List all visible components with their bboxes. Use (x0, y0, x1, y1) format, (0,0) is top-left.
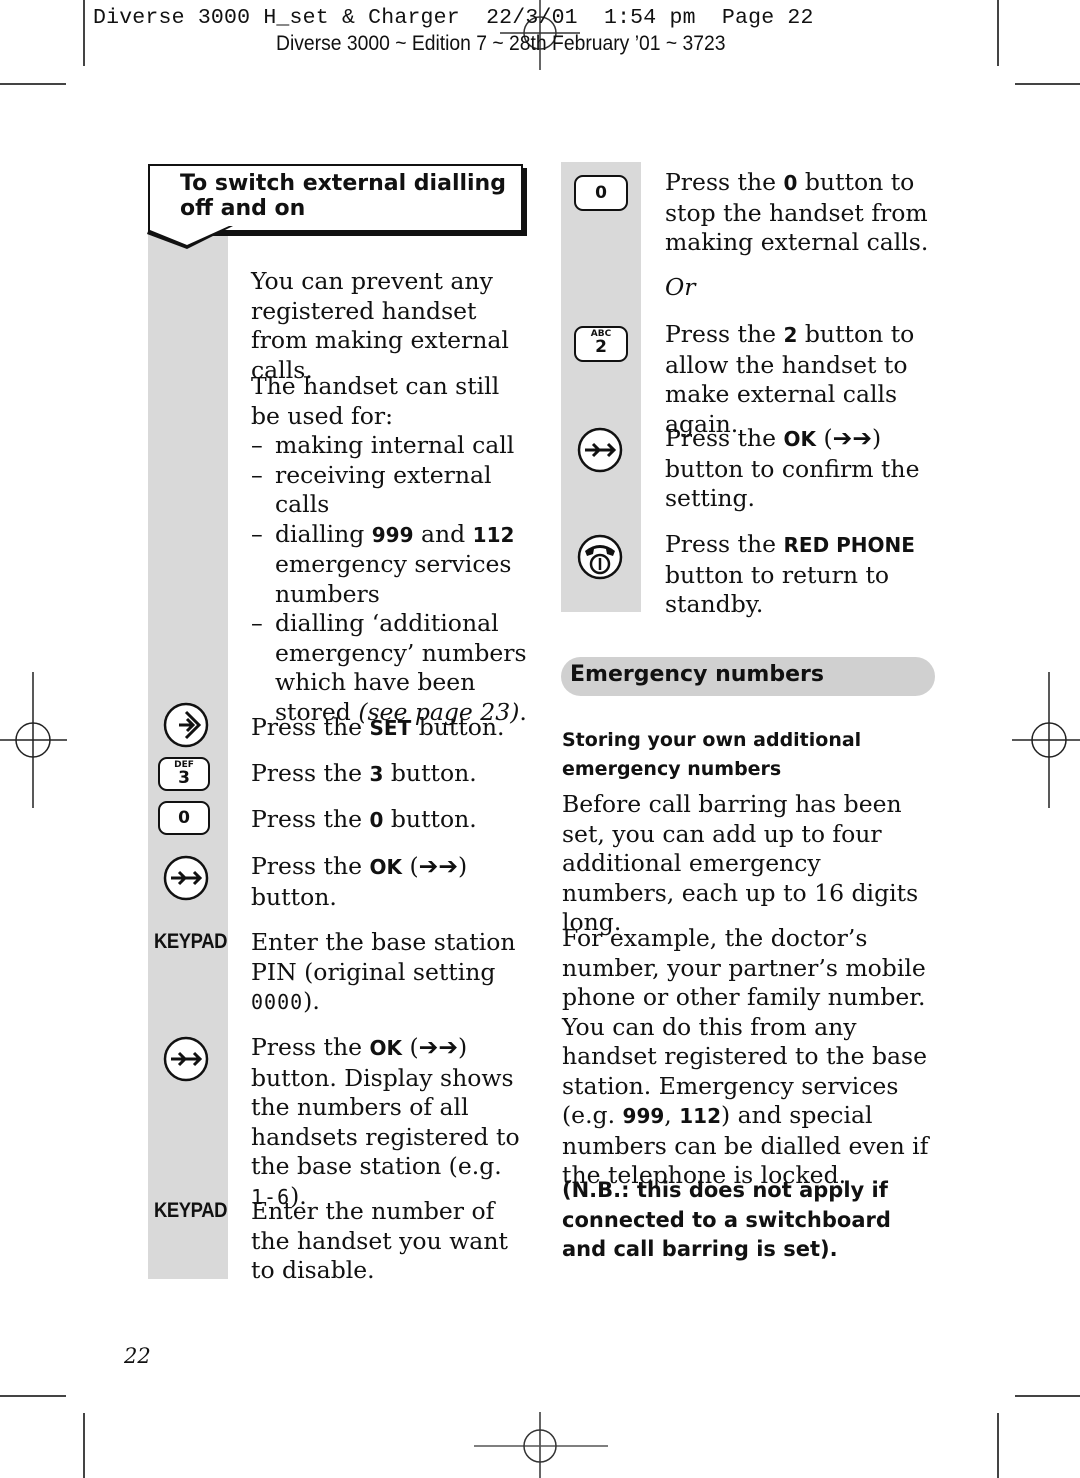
key-2-icon: ABC 2 (574, 326, 628, 362)
crop-mark (0, 83, 66, 85)
step-press-red-phone: Press the RED PHONE button to return to … (665, 530, 915, 618)
registration-mark-left (0, 672, 67, 808)
step-press-3: Press the 3 button. (251, 759, 477, 787)
ok-button-icon (577, 427, 623, 473)
crop-mark (1015, 1395, 1080, 1397)
page-number: 22 (124, 1344, 151, 1368)
emergency-heading: Emergency numbers (570, 662, 824, 687)
list-item: making internal call (251, 431, 531, 461)
ok-button-icon (163, 855, 209, 901)
usage-list-block: The handset can still be used for: makin… (251, 372, 531, 727)
step-enter-handset: Enter the number of the handset you want… (251, 1197, 508, 1284)
step-press-0-stop: Press the 0 button to stop the handset f… (665, 168, 929, 256)
step-press-ok: Press the OK (➔➔) button. (251, 852, 468, 911)
red-phone-icon (577, 534, 623, 580)
keypad-label: KEYPAD (154, 1199, 228, 1222)
step-press-ok-display: Press the OK (➔➔) button. Display shows … (251, 1033, 520, 1210)
step-enter-pin: Enter the base station PIN (original set… (251, 928, 516, 1015)
step-press-set: Press the SET button. (251, 713, 505, 741)
crop-mark (83, 1413, 85, 1478)
list-item: dialling 999 and 112 emergency services … (251, 520, 531, 610)
keypad-label: KEYPAD (154, 930, 228, 953)
crop-mark (997, 1413, 999, 1478)
step-press-2-allow: Press the 2 button to allow the handset … (665, 320, 915, 438)
step-press-0: Press the 0 button. (251, 805, 477, 833)
ok-button-icon (163, 1036, 209, 1082)
usage-list: making internal call receiving external … (251, 431, 531, 727)
list-item: dialling ‘additional emergency’ numbers … (251, 609, 531, 727)
key-0-icon: 0 (574, 175, 628, 211)
crop-mark (997, 0, 999, 66)
key-3-icon: DEF 3 (158, 757, 210, 791)
left-icon-column (148, 232, 228, 1279)
or-separator: Or (665, 273, 696, 301)
set-button-icon (163, 702, 209, 748)
print-slug-line: Diverse 3000 H_set & Charger 22/3/01 1:5… (93, 6, 814, 30)
edition-line: Diverse 3000 ~ Edition 7 ~ 28th February… (276, 32, 726, 55)
section-title: To switch external dialling off and on (180, 171, 506, 221)
list-item: receiving external calls (251, 461, 531, 520)
registration-mark-bottom (474, 1412, 608, 1478)
storing-subheading: Storing your own additional emergency nu… (562, 729, 862, 780)
registration-mark-right (1012, 672, 1080, 808)
intro-paragraph: You can prevent any registered handset f… (251, 267, 509, 384)
lcd-pin-value: 0000 (251, 990, 304, 1014)
emergency-para-2: For example, the doctor’s number, your p… (562, 924, 929, 1189)
usage-intro: The handset can still be used for: (251, 372, 500, 430)
crop-mark (0, 1395, 66, 1397)
step-press-ok-confirm: Press the OK (➔➔) button to confirm the … (665, 424, 920, 512)
emergency-para-1: Before call barring has been set, you ca… (562, 790, 919, 936)
key-0-icon: 0 (158, 801, 210, 835)
crop-mark (83, 0, 85, 66)
section-header-pointer (147, 226, 233, 249)
switchboard-note: (N.B.: this does not apply if connected … (562, 1178, 891, 1261)
crop-mark (1015, 83, 1080, 85)
